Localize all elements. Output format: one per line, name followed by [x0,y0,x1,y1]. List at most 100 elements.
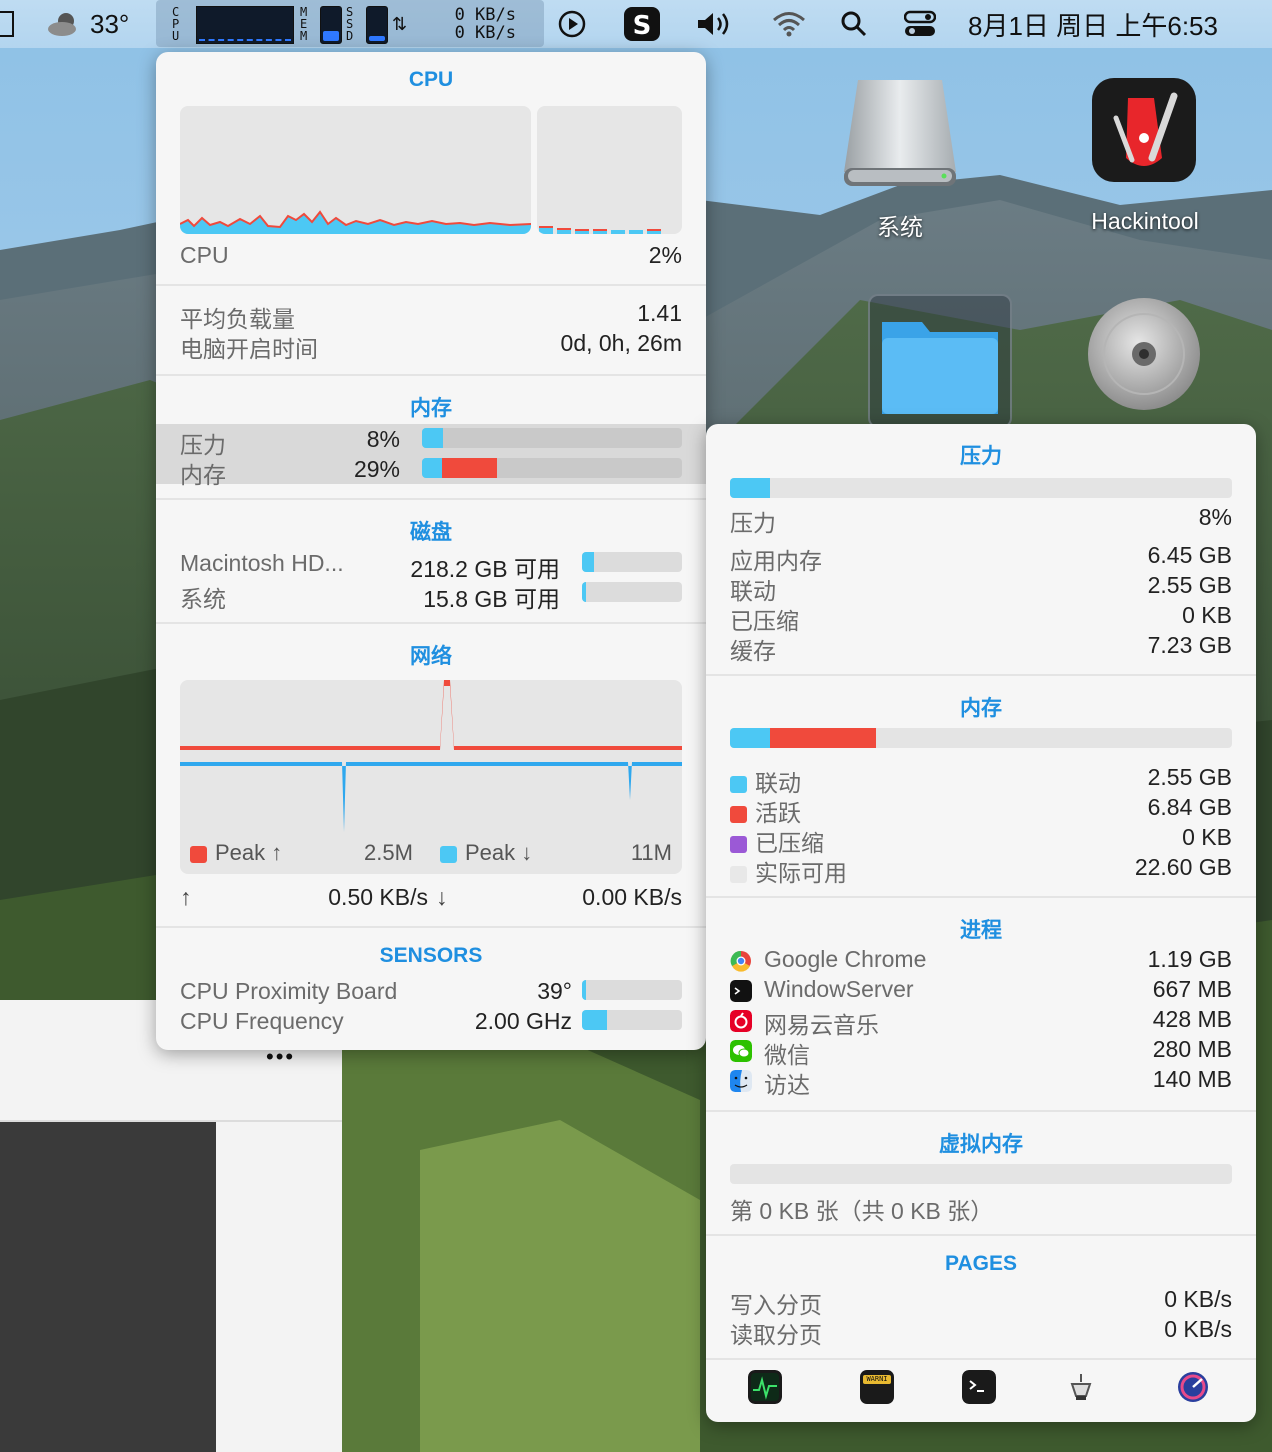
process-name-windowserver: WindowServer [764,976,914,1002]
weather-temperature: 33° [90,8,130,39]
page-outs-value: 0 KB/s [1164,1286,1232,1312]
disk-free-system: 15.8 GB 可用 [423,586,560,612]
download-speed-value: 0.00 KB/s [582,884,682,910]
app-memory-value: 6.45 GB [1147,542,1232,568]
play-icon[interactable] [558,0,586,48]
network-speed-readout[interactable]: 0 KB/s 0 KB/s [420,6,516,42]
pressure-bar-fill [730,478,771,498]
disk-name-macintosh-hd: Macintosh HD... [180,550,344,576]
desktop-icon-label-system: 系统 [877,214,923,240]
processes-section-title: 进程 [960,919,1002,942]
desktop-icon-system-disk[interactable] [840,72,960,192]
upload-speed-value: 0.50 KB/s [328,884,428,910]
memory-bar-active-segment [770,728,876,748]
app-memory-label: 应用内存 [730,548,822,574]
hackintool-icon [1092,78,1196,182]
volume-icon[interactable] [696,0,736,48]
pressure-section-title: 压力 [960,445,1002,468]
peak-download-label: Peak ↓ [465,840,533,865]
legend-wired: 联动 [730,764,801,798]
cpu-label-vertical: C P U [172,0,179,48]
desktop-icon-folder[interactable] [868,294,1012,428]
disk-usage-bar-fill [582,582,586,602]
process-mem-windowserver: 667 MB [1152,976,1232,1002]
control-center-icon[interactable] [904,0,936,48]
memory-bar-wired-segment [730,728,771,748]
peak-download-value: 11M [630,840,672,865]
memory-pressure-bar [422,428,682,448]
page-ins-label: 读取分页 [730,1322,822,1348]
peak-upload-label: Peak ↑ [215,840,283,865]
wifi-icon[interactable] [772,0,806,48]
network-arrows-icon: ⇅ [392,13,408,34]
memory-pressure-bar-fill [422,428,443,448]
legend-free: 实际可用 [730,854,847,888]
cpu-history-graph [180,106,531,234]
sensor-bar-fill [582,1010,607,1030]
system-info-icon[interactable] [1064,1370,1098,1404]
memory-detail-panel: 压力 压力 8% 应用内存 6.45 GB 联动 2.55 GB 已压缩 0 K… [706,424,1256,1422]
harddisk-icon [844,80,956,186]
console-warning-text: WARNI [863,1375,891,1384]
process-mem-finder: 140 MB [1152,1066,1232,1092]
divider [706,1358,1256,1360]
memory-usage-label: 内存 [180,462,226,488]
divider [706,674,1256,676]
desktop-icon-hackintool[interactable] [1092,78,1196,182]
uptime-value: 0d, 0h, 26m [560,330,682,356]
memory-pressure-label: 压力 [180,432,226,458]
process-name-wechat: 微信 [764,1042,810,1068]
disk-diag-icon[interactable] [1176,1370,1210,1404]
disk-free-macintosh-hd: 218.2 GB 可用 [410,556,560,582]
terminal-icon [730,980,752,1002]
legend-wired-label: 联动 [755,770,801,796]
svg-text:S: S [633,11,652,41]
process-name-chrome: Google Chrome [764,946,927,972]
netease-music-icon [730,1010,752,1032]
process-name-finder: 访达 [764,1072,810,1098]
window-edge-icon[interactable] [0,0,14,48]
search-icon[interactable] [840,0,868,48]
cpu-label: CPU [180,242,229,268]
network-history-graph: Peak ↑ 2.5M Peak ↓ 11M [180,680,682,874]
cpu-core-bars-plot [539,226,661,234]
memory-usage-bar-active [442,458,498,478]
ssd-mini-bar[interactable] [366,6,388,44]
weather-widget[interactable]: 33° [46,0,129,48]
cpu-usage-value: 2% [648,242,682,268]
ssd-label-vertical: S S D [346,0,353,48]
console-icon[interactable]: WARNI [860,1370,894,1404]
cached-memory-label: 缓存 [730,638,776,664]
memory-usage-bar-wired [422,458,442,478]
memory-section-title: 内存 [410,397,452,420]
mem-mini-bar[interactable] [320,6,342,44]
pages-section-title: PAGES [945,1252,1017,1275]
process-mem-wechat: 280 MB [1152,1036,1232,1062]
load-average-label: 平均负载量 [180,306,295,332]
divider [156,284,706,286]
legend-free-value: 22.60 GB [1134,854,1232,880]
menubar-datetime[interactable]: 8月1日 周日 上午6:53 [968,0,1218,48]
sogou-input-icon[interactable]: S [624,0,660,48]
swap-usage-bar [730,1164,1232,1184]
disk-utility-icon [1088,298,1200,410]
sensors-section-title: SENSORS [379,944,483,967]
pressure-row-value: 8% [1198,504,1232,530]
upload-legend-swatch [190,845,207,863]
terminal-icon[interactable] [962,1370,996,1404]
cpu-section-title: CPU [408,68,454,91]
activity-monitor-icon[interactable] [748,1370,782,1404]
disk-usage-bar-system [582,582,682,602]
cpu-mini-graph[interactable] [196,6,294,44]
ssd-letter: D [346,29,354,43]
disk-usage-bar-fill [582,552,594,572]
uptime-label: 电脑开启时间 [180,336,318,362]
disk-section-title: 磁盘 [410,521,452,544]
desktop-icon-disk-utility[interactable] [1086,296,1202,412]
peak-upload-value: 2.5M [364,840,413,865]
memory-section-title: 内存 [960,697,1002,720]
legend-active-value: 6.84 GB [1147,794,1232,820]
net-download-speed: 0 KB/s [454,23,516,43]
sensor-bar-fill [582,980,586,1000]
desktop-icon-label-hackintool: Hackintool [1091,208,1199,234]
